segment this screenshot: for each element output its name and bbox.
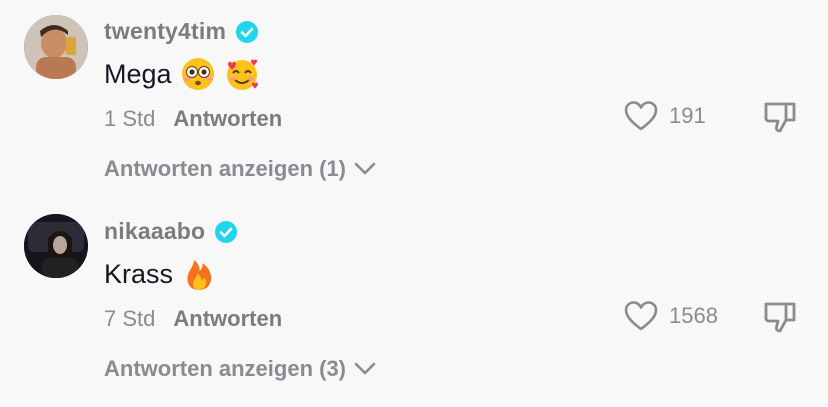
verified-badge-icon	[236, 20, 259, 43]
comment-text: Krass	[104, 256, 217, 292]
like-count: 191	[669, 103, 706, 128]
timestamp: 1 Std	[104, 106, 156, 131]
comment-body: Mega	[104, 58, 172, 89]
heart-icon	[624, 301, 658, 331]
view-replies-label: Antworten anzeigen (1)	[104, 156, 347, 181]
reply-button[interactable]: Antworten	[173, 306, 282, 332]
view-replies-button[interactable]: Antworten anzeigen (3)	[104, 356, 376, 382]
chevron-down-icon	[354, 162, 376, 175]
flushed-face-emoji-icon	[181, 58, 214, 90]
avatar[interactable]	[24, 15, 88, 79]
chevron-down-icon	[354, 362, 376, 375]
like-button[interactable]: 1568	[623, 300, 718, 332]
comment-body: Krass	[104, 258, 174, 289]
fire-emoji-icon	[187, 260, 212, 290]
like-count: 1568	[669, 303, 718, 328]
view-replies-label: Antworten anzeigen (3)	[104, 356, 347, 381]
view-replies-button[interactable]: Antworten anzeigen (1)	[104, 156, 376, 182]
like-button[interactable]: 191	[623, 100, 706, 132]
reply-button[interactable]: Antworten	[173, 106, 282, 132]
username-text: nikaaabo	[104, 218, 206, 244]
username[interactable]: twenty4tim	[104, 18, 259, 45]
comment-text: Mega	[104, 56, 260, 92]
comment-meta: 1 Std Antworten	[104, 106, 282, 132]
smiling-face-with-hearts-emoji-icon	[226, 59, 258, 90]
comment-meta: 7 Std Antworten	[104, 306, 282, 332]
dislike-icon[interactable]	[762, 100, 798, 134]
username-text: twenty4tim	[104, 18, 227, 44]
timestamp: 7 Std	[104, 306, 156, 331]
avatar-image	[24, 214, 88, 278]
heart-icon	[624, 101, 658, 131]
avatar[interactable]	[24, 214, 88, 278]
verified-badge-icon	[215, 220, 238, 243]
username[interactable]: nikaaabo	[104, 218, 238, 245]
dislike-icon[interactable]	[762, 300, 798, 334]
avatar-image	[24, 15, 88, 79]
